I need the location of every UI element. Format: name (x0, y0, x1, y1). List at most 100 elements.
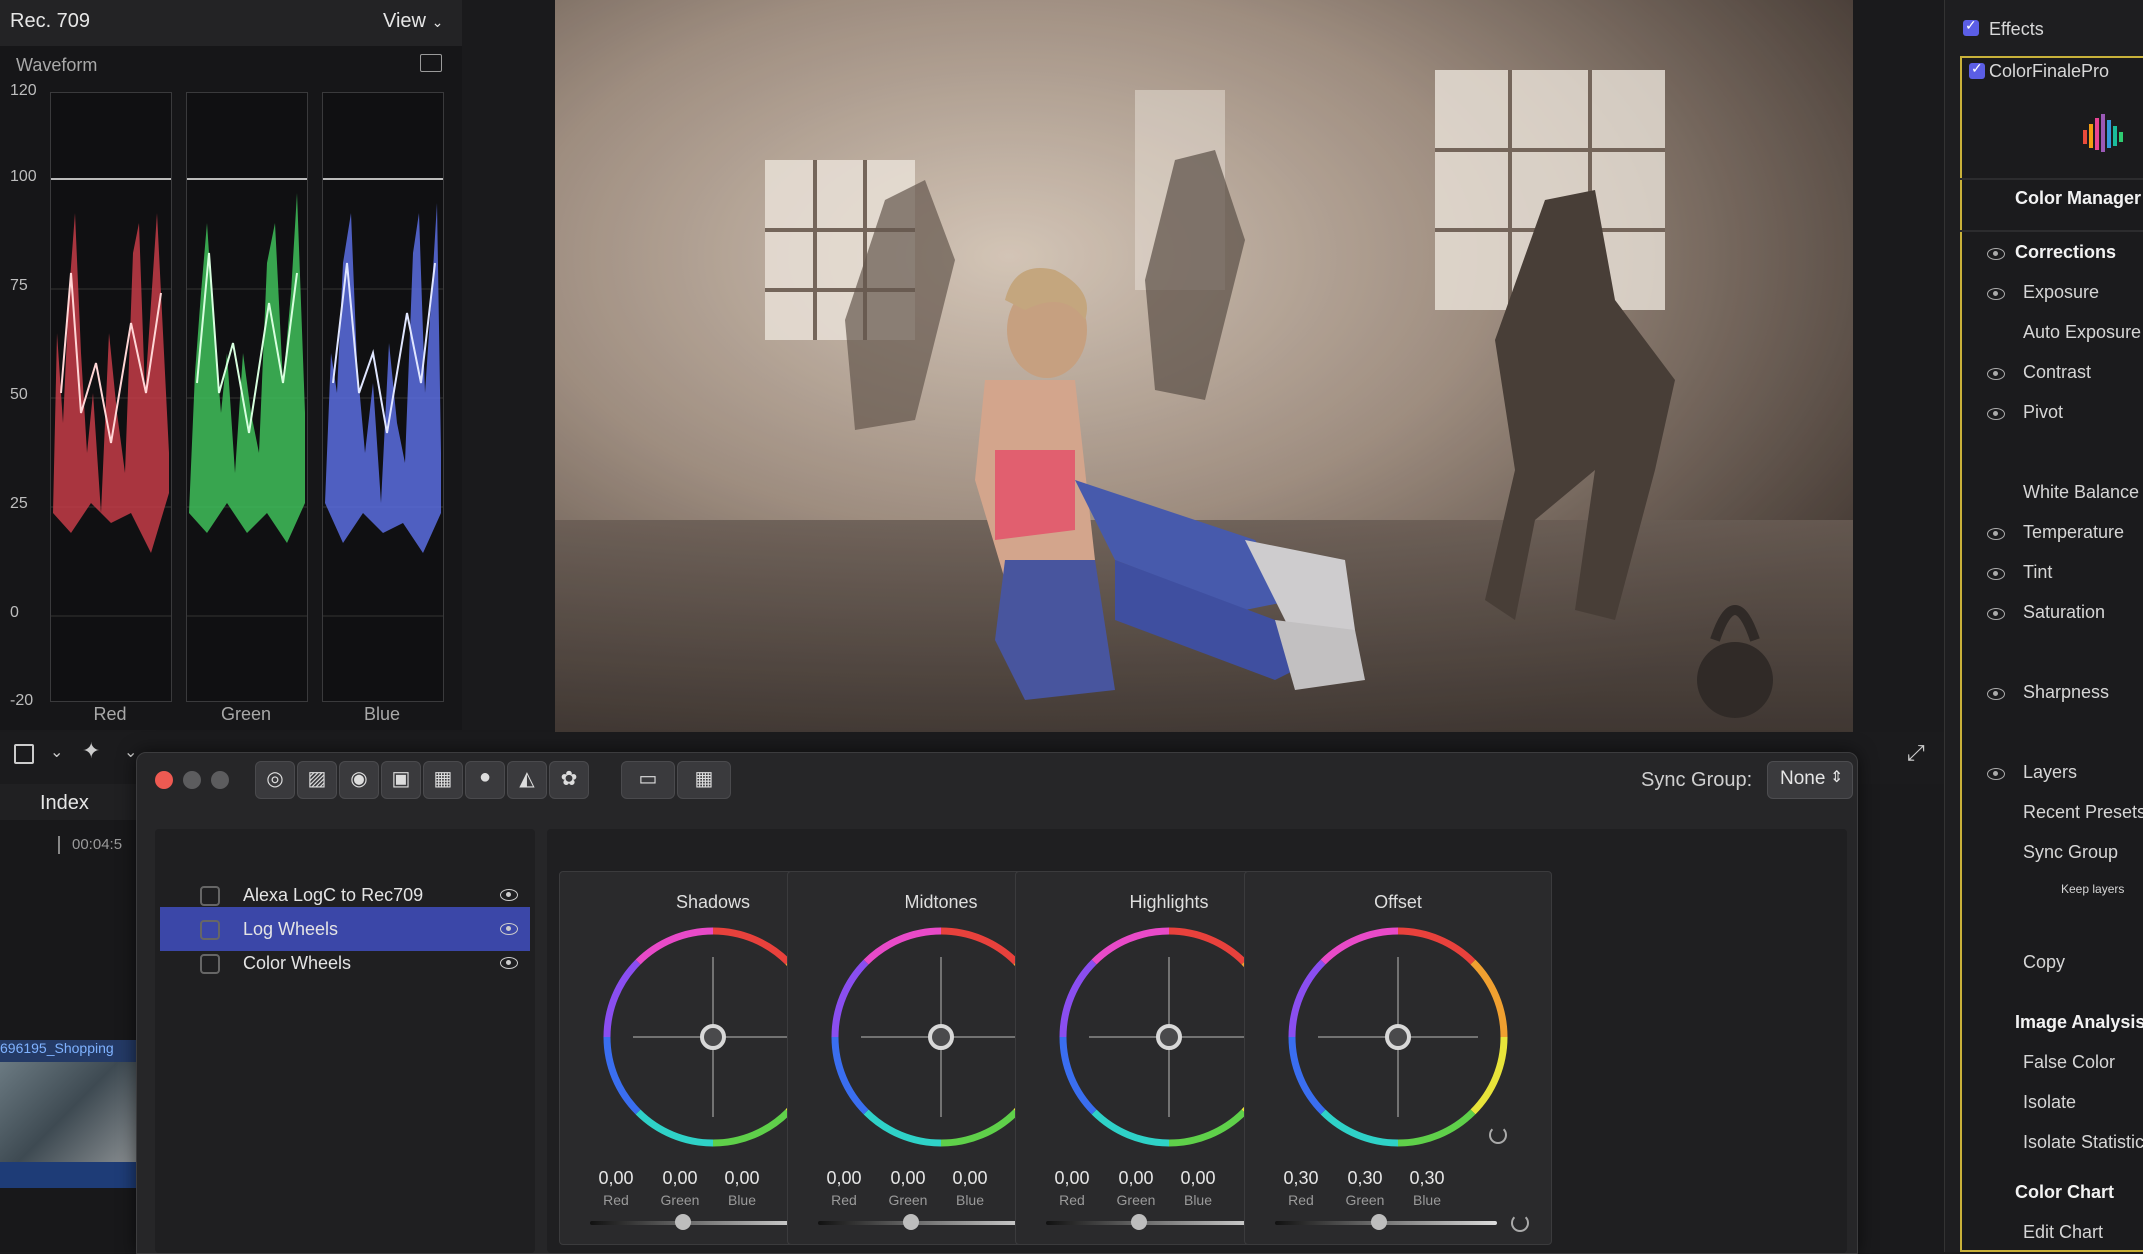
channel-value[interactable]: 0,00 (814, 1168, 874, 1189)
eye-icon[interactable] (500, 957, 518, 969)
plugin-row[interactable]: ColorFinalePro (1945, 56, 2143, 86)
layers-button[interactable]: ◎ (255, 761, 295, 799)
inspector-row-auto-exposure[interactable]: Auto Exposure (1945, 320, 2143, 350)
eye-icon[interactable] (1987, 368, 2005, 380)
eye-icon[interactable] (1987, 608, 2005, 620)
lut-button[interactable]: ▣ (381, 761, 421, 799)
clip-thumbnail[interactable] (0, 1062, 136, 1162)
inspector-row-sync-group[interactable]: Sync Group (1945, 840, 2143, 870)
channel-value[interactable]: 0,00 (586, 1168, 646, 1189)
inspector-row-exposure[interactable]: Exposure (1945, 280, 2143, 310)
reset-slider-icon[interactable] (1511, 1214, 1529, 1232)
wheels-button[interactable]: ✿ (549, 761, 589, 799)
eye-icon[interactable] (1987, 408, 2005, 420)
channel-value[interactable]: 0,00 (1168, 1168, 1228, 1189)
inspector-row-pivot[interactable]: Pivot (1945, 400, 2143, 430)
minimize-window-button[interactable] (183, 771, 201, 789)
eye-icon[interactable] (500, 889, 518, 901)
inspector-row-recent-presets[interactable]: Recent Presets (1945, 800, 2143, 830)
chevron-down-icon[interactable]: ⌄ (50, 742, 63, 762)
inspector-row-saturation[interactable]: Saturation (1945, 600, 2143, 630)
scope-title[interactable]: Rec. 709 (10, 10, 90, 33)
eye-icon[interactable] (1987, 688, 2005, 700)
luma-slider[interactable] (1046, 1221, 1268, 1225)
curves-button[interactable]: ▨ (297, 761, 337, 799)
zoom-window-button[interactable] (211, 771, 229, 789)
luma-slider[interactable] (590, 1221, 812, 1225)
inspector-row-white-balance[interactable]: White Balance (1945, 480, 2143, 510)
y-tick: 100 (10, 168, 37, 185)
inspector-row-keep-layers[interactable]: Keep layers (1945, 880, 2143, 910)
color-wheel-ring[interactable] (1245, 912, 1551, 1162)
inspector-row-color-chart[interactable]: Color Chart (1945, 1180, 2143, 1210)
eye-icon[interactable] (1987, 288, 2005, 300)
wheel-hue-segment (831, 1036, 869, 1115)
inspector-row-edit-chart[interactable]: Edit Chart (1945, 1220, 2143, 1250)
inspector-row-isolate[interactable]: Isolate (1945, 1090, 2143, 1120)
channel-value[interactable]: 0,00 (940, 1168, 1000, 1189)
eye-icon[interactable] (500, 923, 518, 935)
channel-value[interactable]: 0,00 (712, 1168, 772, 1189)
luma-slider-knob[interactable] (1131, 1214, 1148, 1230)
y-tick: 25 (10, 495, 28, 512)
close-window-button[interactable] (155, 771, 173, 789)
sphere-button[interactable]: ● (465, 761, 505, 799)
view-menu-button[interactable]: View ⌄ (383, 10, 443, 33)
inspector-row-temperature[interactable]: Temperature (1945, 520, 2143, 550)
eye-icon[interactable] (1987, 568, 2005, 580)
channel-value[interactable]: 0,30 (1335, 1168, 1395, 1189)
inspector-row-image-analysis[interactable]: Image Analysis (1945, 1010, 2143, 1040)
inspector-row-tint[interactable]: Tint (1945, 560, 2143, 590)
channel-value[interactable]: 0,00 (878, 1168, 938, 1189)
eye-icon[interactable] (1987, 248, 2005, 260)
color-manager-heading[interactable]: Color Manager (2015, 188, 2141, 209)
plugin-checkbox[interactable] (1969, 60, 1985, 79)
clip-audio-bar[interactable] (0, 1162, 136, 1188)
fullscreen-icon[interactable]: ⤢ (1907, 740, 1925, 766)
transform-icon[interactable] (14, 744, 34, 764)
magic-wand-icon[interactable]: ✦ (82, 738, 100, 764)
inspector-row-label: False Color (2023, 1052, 2116, 1072)
scope-settings-icon[interactable] (420, 54, 442, 72)
luma-slider-knob[interactable] (675, 1214, 692, 1230)
wheel-puck (928, 1024, 954, 1050)
sync-group-select[interactable]: None ⇕ (1767, 761, 1853, 799)
inspector-row-corrections[interactable]: Corrections (1945, 240, 2143, 270)
channel-value[interactable]: 0,00 (1106, 1168, 1166, 1189)
luma-slider[interactable] (818, 1221, 1040, 1225)
reset-wheel-icon[interactable] (1489, 1126, 1507, 1144)
luma-slider-knob[interactable] (903, 1214, 920, 1230)
inspector-row-false-color[interactable]: False Color (1945, 1050, 2143, 1080)
layer-item[interactable]: Color Wheels (160, 941, 530, 985)
eye-icon[interactable] (1987, 768, 2005, 780)
index-tab[interactable]: Index (0, 784, 136, 820)
grid-button[interactable]: ▦ (423, 761, 463, 799)
curves-icon: ▨ (307, 768, 327, 790)
inspector-row-isolate-statistics[interactable]: Isolate Statistics (1945, 1130, 2143, 1160)
channel-value[interactable]: 0,30 (1397, 1168, 1457, 1189)
inspector-row-label: Isolate (2023, 1092, 2077, 1112)
scope-type-label: Waveform (16, 55, 98, 75)
inspector-row-sharpness[interactable]: Sharpness (1945, 680, 2143, 710)
channel-value[interactable]: 0,00 (650, 1168, 710, 1189)
eye-icon[interactable] (1987, 528, 2005, 540)
sphere-icon: ● (478, 766, 492, 788)
chart-button[interactable]: ◭ (507, 761, 547, 799)
luma-slider-knob[interactable] (1371, 1214, 1388, 1230)
channel-value[interactable]: 0,00 (1042, 1168, 1102, 1189)
effects-checkbox[interactable] (1963, 17, 1979, 36)
inspector-row-contrast[interactable]: Contrast (1945, 360, 2143, 390)
plugin-label: ColorFinalePro (1989, 61, 2110, 81)
channel-value[interactable]: 0,30 (1271, 1168, 1331, 1189)
inspector-row-copy[interactable]: Copy (1945, 950, 2143, 980)
clip-name[interactable]: 696195_Shopping (0, 1040, 136, 1062)
hue-wheel-button[interactable]: ◉ (339, 761, 379, 799)
inspector-row-label: Isolate Statistics (2023, 1132, 2143, 1152)
grid-view-button[interactable]: ▦ (677, 761, 731, 799)
channel-label: Red (603, 1192, 629, 1208)
effects-row[interactable]: Effects (1945, 14, 2143, 44)
video-viewer[interactable] (555, 0, 1853, 732)
folder-button[interactable]: ▭ (621, 761, 675, 799)
inspector-row-layers[interactable]: Layers (1945, 760, 2143, 790)
layers-icon: ◎ (266, 768, 284, 790)
